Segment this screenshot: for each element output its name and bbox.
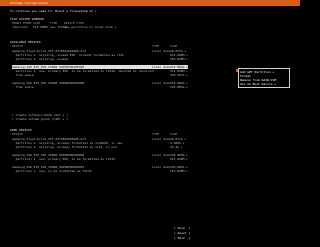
partition-size[interactable]: 512.000M ▸ <box>170 169 188 173</box>
device-type: local disk <box>152 81 171 85</box>
column-header-type: TYPE <box>152 132 160 136</box>
partition-row[interactable]: partition 2 existing, unused <box>12 57 68 61</box>
fs-row-cell: /boot/efi <box>12 25 29 29</box>
device-type: local disk <box>152 153 171 157</box>
partition-size[interactable]: 232.367G ▸ <box>170 73 188 77</box>
menu-item[interactable]: Use As Boot Device ▸ <box>240 82 276 86</box>
column-header-device: DEVICE <box>12 44 23 48</box>
done-button[interactable]: [ Done ] <box>174 226 190 230</box>
page-title: Storage configuration <box>10 1 48 5</box>
device-type: local disk <box>152 49 171 53</box>
partition-size[interactable]: 25.4G ▸ <box>170 145 183 149</box>
partition-row[interactable]: free space <box>12 73 34 77</box>
partition-size[interactable]: 256.000M ▸ <box>170 57 188 61</box>
partition-row[interactable]: partition 1 new, to be formatted as fat3… <box>12 169 92 173</box>
partition-row[interactable]: partition 4 existing, already formatted … <box>12 145 117 149</box>
column-header-size: SIZE <box>170 44 178 48</box>
device-type: local disk <box>152 137 171 141</box>
device-action-menu: Add GPT Partition ▸ Format Remove from RAI… <box>238 68 290 88</box>
device-type: local disk <box>152 165 171 169</box>
reset-button[interactable]: [ Reset ] <box>174 231 190 235</box>
back-button[interactable]: [ Back ] <box>174 236 190 240</box>
fs-row-cell: 512.000M <box>33 25 48 29</box>
column-header-size: SIZE <box>170 132 178 136</box>
partition-row[interactable]: free space <box>12 85 34 89</box>
partition-size[interactable]: 232.885G ▸ <box>170 85 188 89</box>
selection-cursor <box>236 69 238 72</box>
column-header-device: DEVICE <box>12 132 23 136</box>
column-header-type: TYPE <box>152 44 160 48</box>
create-lvm-button[interactable]: [ Create volume group (LVM) ▸ ] <box>12 117 68 121</box>
partition-row[interactable]: partition 1 new, primary ESP, to be form… <box>12 157 115 161</box>
fs-row-device-link[interactable]: new partition of local disk ▸ <box>64 25 116 29</box>
partition-size[interactable]: 512.000M ▸ <box>170 157 188 161</box>
title-bar: Storage configuration <box>0 0 300 6</box>
intro-text: To continue you need to: Mount a filesys… <box>10 9 97 13</box>
